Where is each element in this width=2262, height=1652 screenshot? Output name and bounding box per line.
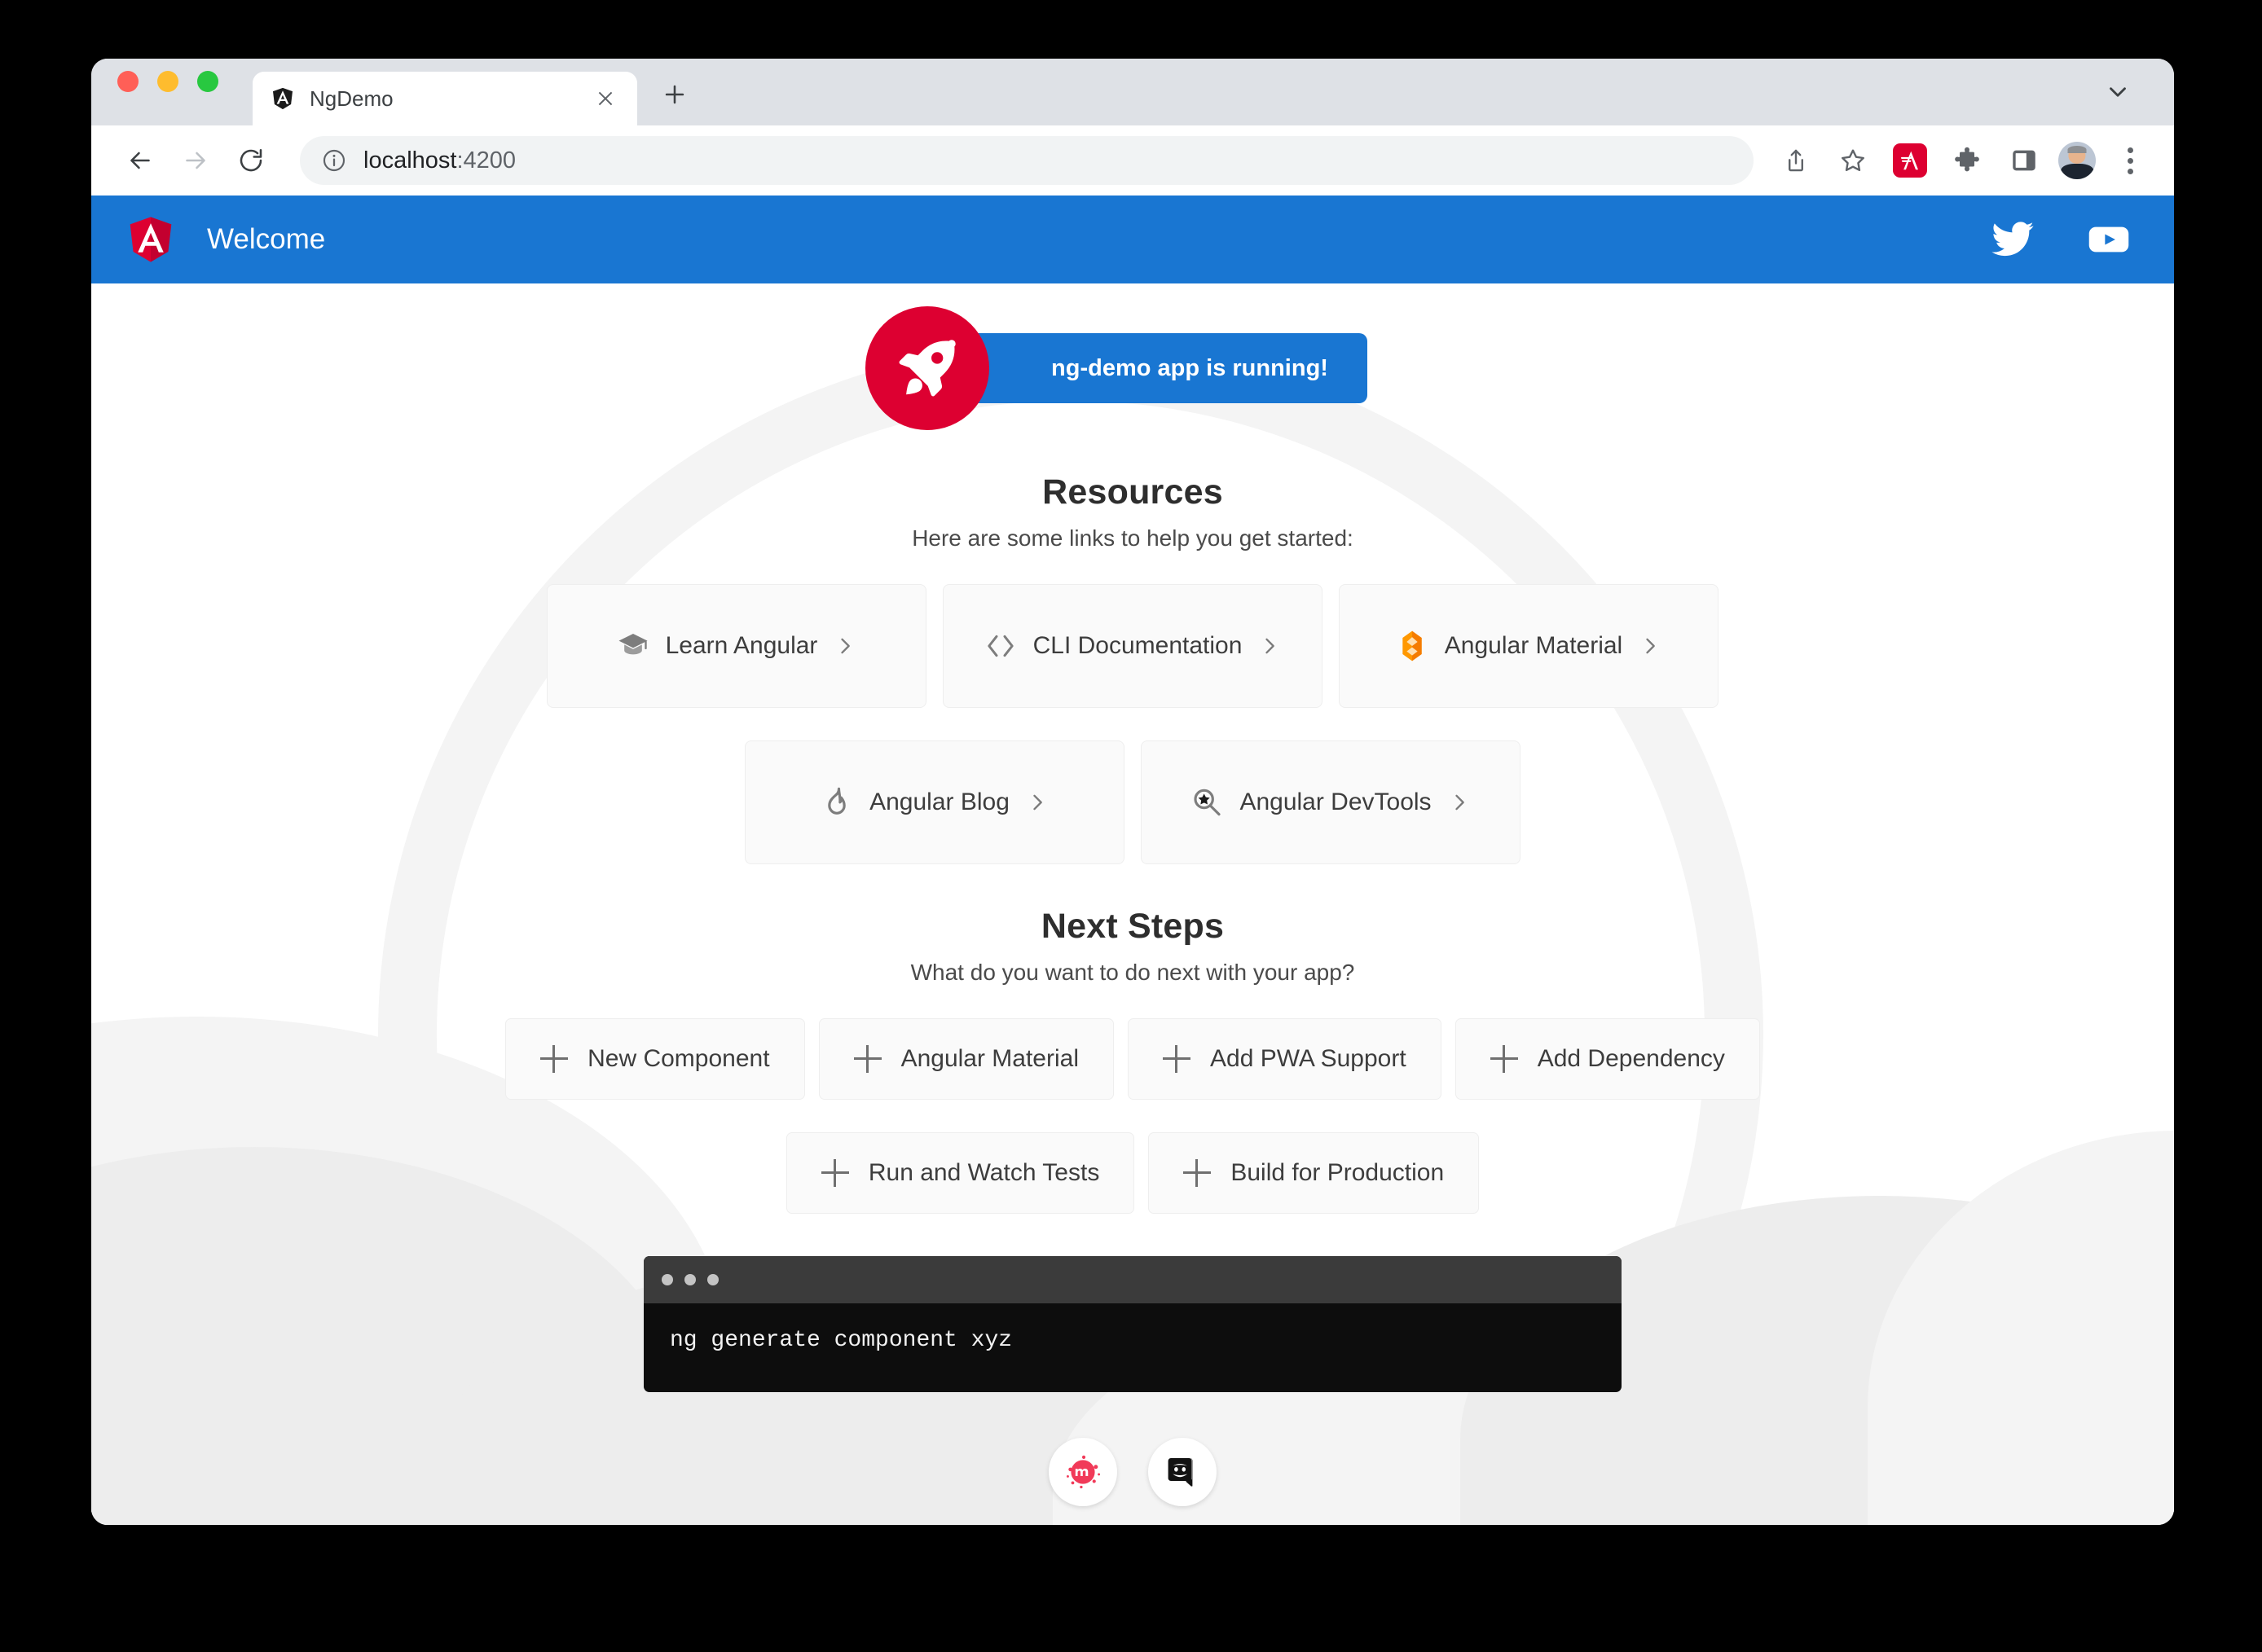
resources-heading: Resources — [1042, 472, 1223, 512]
chevron-right-icon — [1448, 791, 1471, 814]
next-step-build-for-production[interactable]: Build for Production — [1148, 1132, 1480, 1214]
chevron-right-icon — [834, 635, 856, 657]
flame-icon — [821, 786, 853, 819]
url-path: :4200 — [456, 147, 517, 174]
url-text: localhost:4200 — [363, 147, 516, 174]
plus-icon — [821, 1159, 849, 1187]
angular-favicon — [271, 86, 295, 111]
window-traffic-lights — [117, 59, 218, 125]
next-step-add-pwa-support[interactable]: Add PWA Support — [1128, 1018, 1441, 1100]
next-step-run-and-watch-tests[interactable]: Run and Watch Tests — [786, 1132, 1135, 1214]
avatar-body — [2061, 163, 2093, 179]
plus-icon — [1163, 1045, 1190, 1073]
resource-card-angular-devtools[interactable]: Angular DevTools — [1141, 740, 1520, 864]
plus-icon — [540, 1045, 569, 1073]
terminal-dot — [707, 1274, 719, 1285]
resources-row-2: Angular Blog Angular DevTools — [745, 740, 1520, 864]
next-step-angular-material[interactable]: Angular Material — [818, 1018, 1114, 1100]
toolbar-actions — [1773, 138, 2153, 183]
graduation-cap-icon — [617, 630, 649, 662]
resource-label: Angular Material — [1444, 632, 1623, 659]
minimize-window-button[interactable] — [157, 71, 178, 92]
next-step-label: New Component — [588, 1045, 770, 1072]
angular-material-gem-icon — [1396, 630, 1428, 662]
discord-icon[interactable] — [1148, 1438, 1217, 1506]
terminal-panel: ng generate component xyz — [644, 1256, 1622, 1392]
new-tab-button[interactable] — [655, 75, 694, 114]
chevron-right-icon — [1639, 635, 1661, 657]
next-steps-row-1: New Component Angular Material Add PWA S… — [505, 1018, 1760, 1100]
resource-card-angular-material[interactable]: Angular Material — [1339, 584, 1719, 708]
next-steps-heading: Next Steps — [1041, 907, 1225, 946]
url-host: localhost — [363, 147, 457, 174]
resources-subtitle: Here are some links to help you get star… — [912, 525, 1353, 551]
next-step-label: Add Dependency — [1537, 1045, 1725, 1072]
chevron-right-icon — [1258, 635, 1281, 657]
terminal-dot — [662, 1274, 673, 1285]
browser-tab[interactable]: NgDemo — [253, 72, 637, 125]
side-panel-icon[interactable] — [2001, 138, 2047, 183]
close-icon[interactable] — [592, 85, 619, 112]
chevron-down-icon[interactable] — [2101, 75, 2135, 109]
maximize-window-button[interactable] — [197, 71, 218, 92]
app-social-links — [1990, 217, 2132, 262]
resource-label: Learn Angular — [665, 632, 818, 659]
kebab-menu-icon[interactable] — [2107, 138, 2153, 183]
footer-social-links — [1049, 1438, 1217, 1506]
youtube-icon[interactable] — [2086, 217, 2132, 262]
plus-icon — [1183, 1159, 1212, 1187]
resource-label: Angular DevTools — [1239, 789, 1432, 815]
next-step-new-component[interactable]: New Component — [505, 1018, 805, 1100]
tab-title: NgDemo — [310, 86, 394, 111]
next-step-label: Build for Production — [1230, 1159, 1445, 1186]
browser-toolbar: localhost:4200 — [91, 125, 2174, 196]
next-steps-row-2: Run and Watch Tests Build for Production — [786, 1132, 1480, 1214]
terminal-command: ng generate component xyz — [670, 1328, 1013, 1353]
address-bar[interactable]: localhost:4200 — [300, 136, 1754, 185]
tab-strip: NgDemo — [91, 59, 2174, 125]
rocket-icon — [865, 306, 990, 430]
browser-window: NgDemo localhost:4200 Welcome ng-demo ap… — [91, 59, 2174, 1525]
puzzle-piece-icon[interactable] — [1944, 138, 1990, 183]
code-brackets-icon — [984, 630, 1017, 662]
bookmark-star-icon[interactable] — [1830, 138, 1876, 183]
running-status-badge: ng-demo app is running! — [960, 333, 1367, 403]
forward-arrow-icon[interactable] — [171, 136, 220, 185]
plus-icon — [1490, 1045, 1518, 1073]
angular-extension-icon[interactable] — [1887, 138, 1933, 183]
page-viewport: Welcome ng-demo app is running! Resource… — [91, 196, 2174, 1525]
avatar-hair — [2067, 145, 2087, 153]
resource-card-angular-blog[interactable]: Angular Blog — [745, 740, 1124, 864]
resources-row-1: Learn Angular CLI Documentation Angular … — [547, 584, 1719, 708]
next-step-label: Angular Material — [900, 1045, 1079, 1072]
content-inner: ng-demo app is running! Resources Here a… — [91, 283, 2174, 1525]
reload-icon[interactable] — [227, 136, 275, 185]
info-circle-icon[interactable] — [321, 147, 347, 174]
next-steps-subtitle: What do you want to do next with your ap… — [910, 960, 1355, 985]
page-title: Welcome — [207, 223, 326, 255]
resource-card-learn-angular[interactable]: Learn Angular — [547, 584, 926, 708]
terminal-title-bar — [644, 1256, 1622, 1303]
plus-icon — [853, 1045, 882, 1073]
meetup-icon[interactable] — [1049, 1438, 1117, 1506]
twitter-icon[interactable] — [1990, 217, 2035, 262]
angular-shield-logo — [125, 214, 176, 265]
resource-card-cli-documentation[interactable]: CLI Documentation — [943, 584, 1322, 708]
avatar[interactable] — [2058, 142, 2096, 179]
magnifier-star-icon — [1190, 786, 1223, 819]
close-window-button[interactable] — [117, 71, 139, 92]
next-step-label: Add PWA Support — [1210, 1045, 1406, 1072]
next-step-label: Run and Watch Tests — [868, 1159, 1100, 1186]
chevron-right-icon — [1026, 791, 1049, 814]
resource-label: CLI Documentation — [1032, 632, 1243, 659]
app-toolbar: Welcome — [91, 196, 2174, 283]
page-content: ng-demo app is running! Resources Here a… — [91, 283, 2174, 1525]
app-running-banner: ng-demo app is running! — [865, 306, 1367, 430]
next-step-add-dependency[interactable]: Add Dependency — [1454, 1018, 1760, 1100]
share-icon[interactable] — [1773, 138, 1819, 183]
terminal-dot — [684, 1274, 696, 1285]
back-arrow-icon[interactable] — [116, 136, 165, 185]
resource-label: Angular Blog — [869, 789, 1010, 815]
